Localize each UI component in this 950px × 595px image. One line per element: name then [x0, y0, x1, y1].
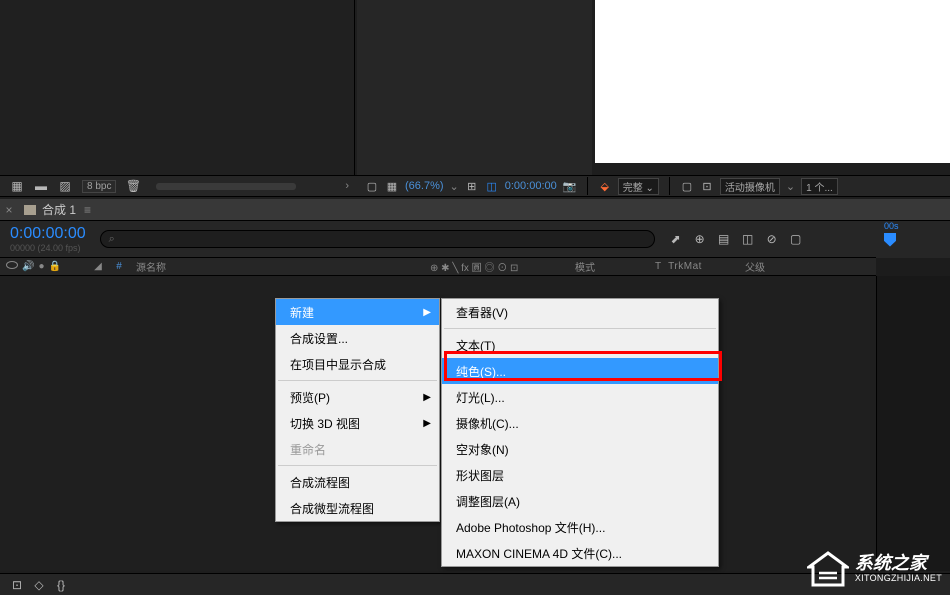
submenu-light[interactable]: 灯光(L)... — [442, 384, 718, 410]
time-ruler[interactable]: 00s — [876, 221, 950, 258]
switches-column: ⊕ ✱ ╲ fx 圓 ◎ ⊙ ⊡ — [430, 259, 575, 274]
composition-icon — [24, 205, 36, 215]
composition-panel-dark — [357, 0, 592, 175]
index-column: # — [108, 261, 130, 272]
zoom-value[interactable]: (66.7%) — [405, 180, 444, 192]
menu-rename: 重命名 — [276, 436, 439, 462]
menu-switch-3d-view[interactable]: 切换 3D 视图▶ — [276, 410, 439, 436]
menu-mini-flowchart[interactable]: 合成微型流程图 — [276, 495, 439, 521]
tool-icon-4[interactable]: ◫ — [741, 232, 755, 246]
panel-icon-1[interactable]: ▦ — [10, 179, 24, 193]
submenu-adjustment[interactable]: 调整图层(A) — [442, 488, 718, 514]
composition-preview[interactable] — [595, 0, 950, 163]
new-submenu: 查看器(V) 文本(T) 纯色(S)... 灯光(L)... 摄像机(C)...… — [441, 298, 719, 567]
submenu-camera[interactable]: 摄像机(C)... — [442, 410, 718, 436]
toggle-modes-icon[interactable]: ◇ — [32, 578, 46, 592]
watermark-url: XITONGZHIJIA.NET — [855, 574, 942, 584]
chevron-right-icon[interactable]: › — [345, 180, 355, 192]
parent-column: 父级 — [745, 259, 795, 274]
trash-icon[interactable]: 🗑 — [126, 179, 140, 193]
submenu-solid[interactable]: 纯色(S)... — [442, 358, 718, 384]
toggle-brackets-icon[interactable]: {} — [54, 578, 68, 592]
panel-toolbar: ▦ ▬ ▨ 8 bpc 🗑 › ▢ ▦ (66.7%) ⌄ ⊞ ◫ 0:00:0… — [0, 175, 950, 197]
label-column-icon[interactable]: ◢ — [88, 261, 108, 272]
panel-icon-2[interactable]: ▬ — [34, 179, 48, 193]
search-icon: ⌕ — [109, 233, 115, 246]
tool-icon-6[interactable]: ▢ — [789, 232, 803, 246]
layer-columns-header: 🔊 ● 🔒 ◢ # 源名称 ⊕ ✱ ╲ fx 圓 ◎ ⊙ ⊡ 模式 T TrkM… — [0, 258, 950, 276]
submenu-null[interactable]: 空对象(N) — [442, 436, 718, 462]
submenu-photoshop[interactable]: Adobe Photoshop 文件(H)... — [442, 514, 718, 540]
layer-search-input[interactable]: ⌕ — [100, 230, 655, 248]
tool-icon-3[interactable]: ▤ — [717, 232, 731, 246]
timeline-tab-bar: × 合成 1 ≡ — [0, 199, 950, 221]
source-name-column[interactable]: 源名称 — [130, 259, 430, 274]
audio-column-icon[interactable]: 🔊 — [22, 261, 34, 272]
project-scrollbar[interactable] — [156, 183, 296, 190]
res-icon-2[interactable]: ◫ — [485, 179, 499, 193]
timeline-track-area[interactable] — [876, 276, 950, 571]
snapshot-icon[interactable]: 📷 — [563, 179, 577, 193]
menu-reveal-comp[interactable]: 在项目中显示合成 — [276, 351, 439, 377]
menu-new[interactable]: 新建▶ — [276, 299, 439, 325]
timeline-context-menu: 新建▶ 合成设置... 在项目中显示合成 预览(P)▶ 切换 3D 视图▶ 重命… — [275, 298, 440, 522]
house-icon — [807, 551, 849, 587]
views-dropdown[interactable]: 1 个... — [801, 178, 838, 195]
view-icon-1[interactable]: ▢ — [680, 179, 694, 193]
grid-icon[interactable]: ▦ — [385, 179, 399, 193]
submenu-c4d[interactable]: MAXON CINEMA 4D 文件(C)... — [442, 540, 718, 566]
tab-close-icon[interactable]: × — [0, 203, 18, 217]
panel-icon-3[interactable]: ▨ — [58, 179, 72, 193]
monitor-icon[interactable]: ▢ — [365, 179, 379, 193]
bpc-badge[interactable]: 8 bpc — [82, 180, 116, 193]
menu-comp-flowchart[interactable]: 合成流程图 — [276, 469, 439, 495]
tab-menu-icon[interactable]: ≡ — [84, 203, 91, 217]
solo-column-icon[interactable]: ● — [38, 261, 44, 272]
resolution-dropdown[interactable]: 完整 ⌄ — [618, 178, 659, 195]
tool-icon-2[interactable]: ⊕ — [693, 232, 707, 246]
tool-icon-1[interactable]: ⬈ — [669, 232, 683, 246]
submenu-viewer[interactable]: 查看器(V) — [442, 299, 718, 325]
menu-comp-settings[interactable]: 合成设置... — [276, 325, 439, 351]
res-icon-1[interactable]: ⊞ — [465, 179, 479, 193]
tool-icon-5[interactable]: ⊘ — [765, 232, 779, 246]
menu-preview[interactable]: 预览(P)▶ — [276, 384, 439, 410]
view-icon-2[interactable]: ⊡ — [700, 179, 714, 193]
composition-tab[interactable]: 合成 1 — [42, 201, 76, 218]
current-timecode[interactable]: 0:00:00:00 — [10, 225, 86, 243]
camera-dropdown[interactable]: 活动摄像机 — [720, 178, 780, 195]
submenu-shape[interactable]: 形状图层 — [442, 462, 718, 488]
timecode-row: 0:00:00:00 00000 (24.00 fps) ⌕ ⬈ ⊕ ▤ ◫ ⊘… — [0, 221, 950, 258]
watermark-title: 系统之家 — [855, 554, 942, 574]
channel-icon[interactable]: ⬙ — [598, 179, 612, 193]
preview-time[interactable]: 0:00:00:00 — [505, 180, 557, 192]
toggle-switches-icon[interactable]: ⊡ — [10, 578, 24, 592]
submenu-text[interactable]: 文本(T) — [442, 332, 718, 358]
watermark: 系统之家 XITONGZHIJIA.NET — [807, 551, 942, 587]
playhead-icon[interactable] — [884, 233, 896, 247]
mode-column: 模式 — [575, 259, 655, 274]
frame-rate-label: 00000 (24.00 fps) — [10, 243, 86, 253]
visibility-column-icon[interactable] — [6, 261, 18, 269]
ruler-tick-label: 00s — [884, 221, 899, 231]
lock-column-icon[interactable]: 🔒 — [49, 261, 61, 272]
project-panel — [0, 0, 355, 175]
